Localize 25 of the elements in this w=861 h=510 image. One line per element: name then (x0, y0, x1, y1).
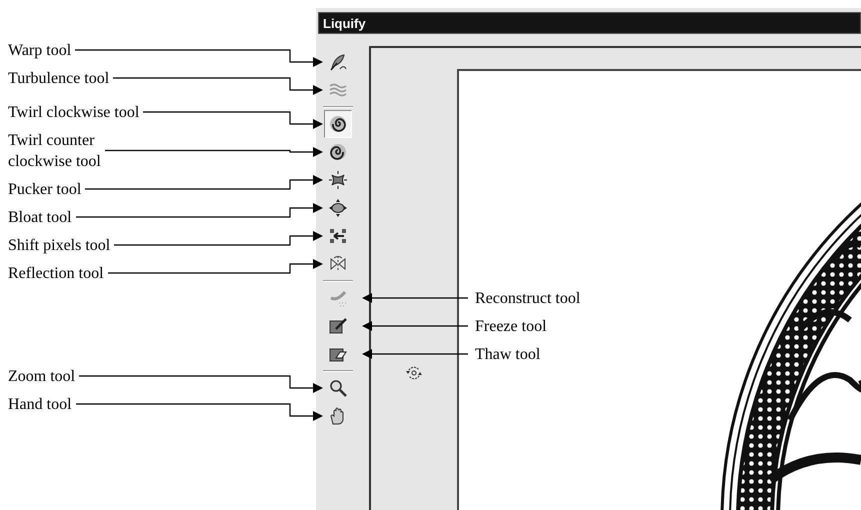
callout-label: Turbulence tool (8, 68, 110, 88)
callout-label: Twirl counter clockwise tool (8, 130, 101, 172)
brush-icon (328, 288, 348, 308)
callout-label: Thaw tool (475, 344, 540, 364)
callout-label: Shift pixels tool (8, 236, 110, 256)
callout-label: Hand tool (8, 394, 72, 414)
swirl-icon (328, 142, 348, 162)
brush-icon (328, 52, 348, 72)
callout-label: Zoom tool (8, 366, 76, 386)
ellipse-arrows-icon (328, 198, 348, 218)
brush-square-icon (328, 316, 348, 336)
checker-arrow-icon (328, 226, 348, 246)
callout-label: Freeze tool (475, 316, 547, 336)
window-title: Liquify (318, 12, 861, 34)
rotate-icon (405, 364, 423, 382)
swirl-icon (328, 114, 348, 134)
tool-button[interactable] (324, 110, 352, 138)
callout-label: Reconstruct tool (475, 288, 580, 308)
callout-label: Twirl clockwise tool (8, 102, 140, 122)
pinched-shape-icon (328, 170, 348, 190)
callout-label: Warp tool (8, 40, 72, 60)
callout-label: Reflection tool (8, 264, 104, 284)
zoom-icon (328, 378, 348, 398)
callout-label: Bloat tool (8, 208, 72, 228)
callout-label: Pucker tool (8, 180, 82, 200)
